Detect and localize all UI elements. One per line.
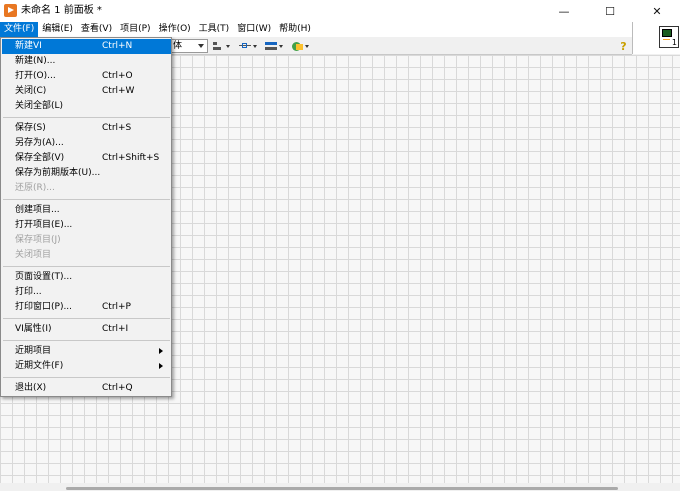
menu-item-save-project: 保存项目(J)	[15, 235, 61, 245]
maximize-button[interactable]: ☐	[587, 0, 633, 22]
menu-item-exit[interactable]: 退出(X) Ctrl+Q	[2, 381, 171, 396]
vi-icon[interactable]: 1	[659, 26, 679, 48]
menu-separator	[3, 318, 170, 319]
chevron-down-icon	[253, 44, 257, 48]
title-bar: 未命名 1 前面板 * — ☐ ✕	[0, 0, 680, 22]
menu-item-close-all[interactable]: 关闭全部(L)	[2, 99, 171, 114]
vi-icon-pane[interactable]: 1	[632, 22, 680, 54]
menu-tools[interactable]: 工具(T)	[195, 22, 234, 37]
distribute-objects-icon	[239, 41, 251, 51]
align-objects-button[interactable]	[212, 39, 234, 53]
menu-item-new-vi[interactable]: 新建VI Ctrl+N	[2, 39, 171, 54]
menu-item-save[interactable]: 保存(S) Ctrl+S	[2, 121, 171, 136]
menu-separator	[3, 266, 170, 267]
labview-app-icon	[4, 4, 17, 17]
menu-operate[interactable]: 操作(O)	[155, 22, 195, 37]
menu-item-recent-files[interactable]: 近期文件(F)	[2, 359, 171, 374]
menu-item-print[interactable]: 打印...	[2, 285, 171, 300]
submenu-arrow-icon	[159, 348, 163, 354]
file-menu-dropdown: 新建VI Ctrl+N 新建(N)... 打开(O)... Ctrl+O 关闭(…	[0, 37, 172, 397]
waveform-icon	[663, 39, 670, 43]
menu-item-close[interactable]: 关闭(C) Ctrl+W	[2, 84, 171, 99]
minimize-button[interactable]: —	[541, 0, 587, 22]
menu-view[interactable]: 查看(V)	[77, 22, 116, 37]
vi-icon-number: 1	[671, 38, 677, 47]
menu-item-print-window[interactable]: 打印窗口(P)... Ctrl+P	[2, 300, 171, 315]
close-button[interactable]: ✕	[634, 0, 680, 22]
menu-item-page-setup[interactable]: 页面设置(T)...	[2, 270, 171, 285]
align-objects-icon	[212, 41, 224, 51]
window-title: 未命名 1 前面板 *	[21, 5, 102, 16]
menu-item-open-project[interactable]: 打开项目(E)...	[2, 218, 171, 233]
menu-item-new[interactable]: 新建(N)...	[2, 54, 171, 69]
menu-help[interactable]: 帮助(H)	[275, 22, 315, 37]
menu-item-save-all[interactable]: 保存全部(V) Ctrl+Shift+S	[2, 151, 171, 166]
menu-file[interactable]: 文件(F)	[0, 22, 39, 37]
horizontal-scrollbar[interactable]	[66, 487, 618, 490]
menu-separator	[3, 340, 170, 341]
chevron-down-icon	[226, 44, 230, 48]
chevron-down-icon	[198, 44, 204, 48]
font-select-value: 体	[173, 41, 183, 51]
submenu-arrow-icon	[159, 363, 163, 369]
context-help-icon[interactable]: ?	[618, 40, 629, 53]
menu-project[interactable]: 项目(P)	[116, 22, 154, 37]
menu-separator	[3, 377, 170, 378]
menu-item-revert: 还原(R)...	[15, 183, 55, 193]
reorder-icon	[291, 41, 303, 51]
distribute-objects-button[interactable]	[239, 39, 261, 53]
vi-screen-icon	[662, 29, 672, 37]
menu-item-open[interactable]: 打开(O)... Ctrl+O	[2, 69, 171, 84]
menu-bar: 文件(F) 编辑(E) 查看(V) 项目(P) 操作(O) 工具(T) 窗口(W…	[0, 22, 632, 37]
chevron-down-icon	[279, 44, 283, 48]
menu-window[interactable]: 窗口(W)	[233, 22, 275, 37]
chevron-down-icon	[305, 44, 309, 48]
menu-separator	[3, 117, 170, 118]
resize-objects-button[interactable]	[265, 39, 287, 53]
menu-separator	[3, 199, 170, 200]
font-select[interactable]: 体	[168, 39, 208, 53]
menu-item-vi-properties[interactable]: VI属性(I) Ctrl+I	[2, 322, 171, 337]
menu-edit[interactable]: 编辑(E)	[38, 22, 77, 37]
menu-item-save-as[interactable]: 另存为(A)...	[2, 136, 171, 151]
menu-item-recent-projects[interactable]: 近期项目	[2, 344, 171, 359]
resize-objects-icon	[265, 41, 277, 51]
menu-item-save-previous-version[interactable]: 保存为前期版本(U)...	[2, 166, 171, 181]
menu-item-create-project[interactable]: 创建项目...	[2, 203, 171, 218]
menu-item-close-project: 关闭项目	[15, 250, 52, 260]
reorder-button[interactable]	[291, 39, 313, 53]
